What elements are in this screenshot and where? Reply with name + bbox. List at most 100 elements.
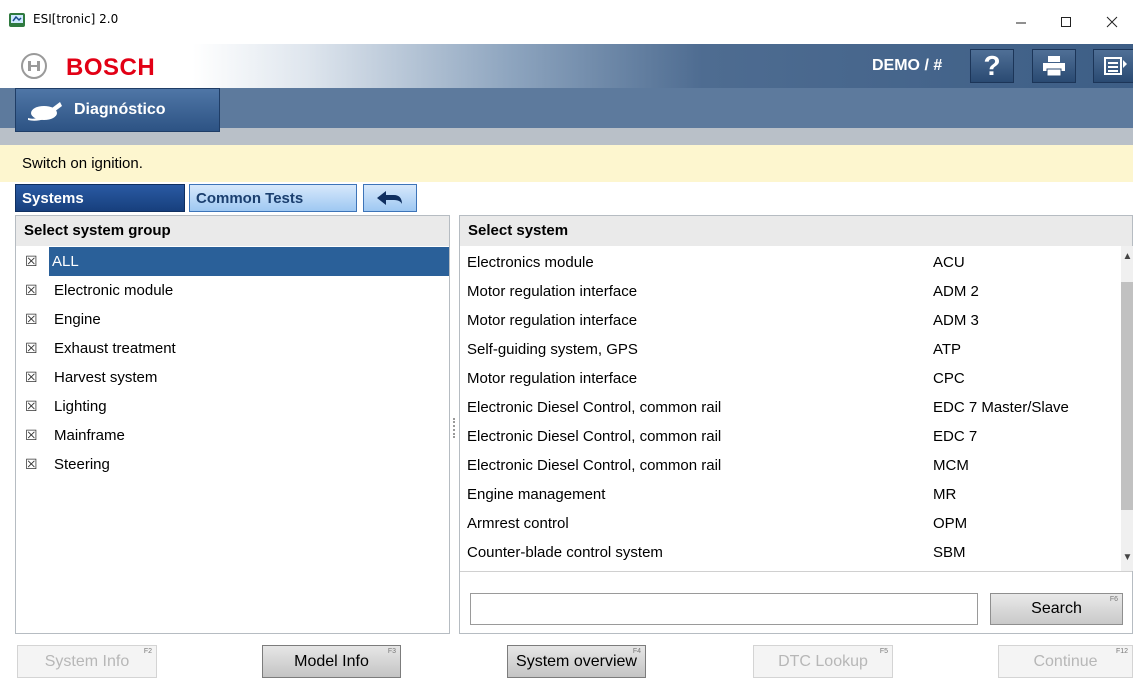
print-button[interactable] (1032, 49, 1076, 83)
scroll-down-icon[interactable]: ▼ (1122, 552, 1133, 566)
system-group-item[interactable]: ☒ Engine (16, 305, 449, 334)
checkbox-icon[interactable]: ☒ (25, 456, 40, 473)
message-bar: Switch on ignition. (0, 145, 1133, 182)
system-group-item[interactable]: ☒ Mainframe (16, 421, 449, 450)
system-name: Motor regulation interface (467, 312, 638, 329)
model-info-fkey: F3 (387, 648, 396, 655)
system-name: Counter-blade control system (467, 544, 663, 561)
system-info-button[interactable]: System Info F2 (17, 645, 157, 678)
app-icon (9, 13, 25, 27)
system-group-label: Engine (54, 311, 101, 328)
system-name: Electronics module (467, 254, 594, 271)
model-info-button[interactable]: Model Info F3 (262, 645, 401, 678)
tab-common-tests[interactable]: Common Tests (189, 184, 357, 212)
maximize-icon[interactable] (1043, 0, 1089, 44)
dtc-lookup-button[interactable]: DTC Lookup F5 (753, 645, 893, 678)
system-code: ATP (933, 341, 962, 358)
system-name: Electronic Diesel Control, common rail (467, 457, 722, 474)
system-group-label: Electronic module (54, 282, 174, 299)
dtc-lookup-label: DTC Lookup (778, 652, 868, 670)
checkbox-icon[interactable]: ☒ (25, 282, 40, 299)
system-list-row[interactable]: Motor regulation interface ADM 3 (460, 306, 1120, 335)
system-group-item[interactable]: ☒ ALL (16, 247, 449, 276)
dtc-lookup-fkey: F5 (879, 648, 888, 655)
checkbox-icon[interactable]: ☒ (25, 253, 38, 270)
system-group-item[interactable]: ☒ Steering (16, 450, 449, 479)
continue-button[interactable]: Continue F12 (998, 645, 1133, 678)
continue-label: Continue (1033, 652, 1098, 670)
system-name: Motor regulation interface (467, 283, 638, 300)
system-list-row[interactable]: Electronic Diesel Control, common rail ED… (460, 422, 1120, 451)
window-titlebar: ESI[tronic] 2.0 (0, 0, 1133, 44)
system-overview-button[interactable]: System overview F4 (507, 645, 646, 678)
system-name: Armrest control (467, 515, 569, 532)
system-code: MCM (933, 457, 969, 474)
system-code: OPM (933, 515, 968, 532)
system-list-row[interactable]: Electronic Diesel Control, common rail ED… (460, 393, 1120, 422)
system-list-row[interactable]: Self-guiding system, GPS ATP (460, 335, 1120, 364)
system-code: EDC 7 (933, 428, 978, 445)
system-name: Electronic Diesel Control, common rail (467, 428, 722, 445)
user-label: DEMO / # (872, 57, 943, 74)
system-name: Self-guiding system, GPS (467, 341, 638, 358)
system-info-fkey: F2 (143, 648, 152, 655)
search-button[interactable]: Search F6 (990, 593, 1123, 625)
scroll-up-icon[interactable]: ▲ (1122, 251, 1133, 265)
continue-fkey: F12 (1115, 648, 1128, 655)
system-group-item[interactable]: ☒ Lighting (16, 392, 449, 421)
status-message: Switch on ignition. (22, 155, 143, 172)
checkbox-icon[interactable]: ☒ (25, 369, 40, 386)
diagnostics-icon (28, 102, 62, 121)
system-list-row[interactable]: Electronics module ACU (460, 248, 1120, 277)
search-input[interactable] (470, 593, 978, 625)
system-code: MR (933, 486, 957, 503)
system-list-row[interactable]: Engine management MR (460, 480, 1120, 509)
search-fkey: F6 (1109, 596, 1118, 603)
system-group-item[interactable]: ☒ Exhaust treatment (16, 334, 449, 363)
bosch-logo-icon (21, 53, 47, 79)
system-list-row[interactable]: Motor regulation interface ADM 2 (460, 277, 1120, 306)
menu-button[interactable] (1093, 49, 1133, 83)
system-list-row[interactable]: Motor regulation interface CPC (460, 364, 1120, 393)
checkbox-icon[interactable]: ☒ (25, 311, 40, 328)
scrollbar-thumb[interactable] (1121, 282, 1133, 510)
system-code: ACU (933, 254, 965, 271)
window-title: ESI[tronic] 2.0 (33, 12, 119, 26)
menu-icon (1104, 57, 1127, 75)
checkbox-icon[interactable]: ☒ (25, 340, 40, 357)
diagnostics-button[interactable]: Diagnóstico (15, 88, 220, 132)
system-panel: Select system Electronics module ACU Motor… (459, 215, 1133, 634)
system-group-label: Harvest system (54, 369, 158, 386)
help-button[interactable]: ? (970, 49, 1014, 83)
tab-systems[interactable]: Systems (15, 184, 185, 212)
system-header: Select system (460, 216, 1132, 246)
system-group-item[interactable]: ☒ Harvest system (16, 363, 449, 392)
back-button[interactable] (363, 184, 417, 212)
help-icon: ? (983, 50, 1001, 81)
list-divider (460, 571, 1132, 572)
checkbox-icon[interactable]: ☒ (25, 398, 40, 415)
system-group-label: Mainframe (54, 427, 125, 444)
diagnostics-label: Diagnóstico (74, 101, 166, 118)
system-list-scrollbar[interactable]: ▲ ▼ (1121, 246, 1133, 571)
back-arrow-icon (377, 191, 402, 205)
system-code: ADM 3 (933, 312, 979, 329)
system-name: Engine management (467, 486, 606, 503)
minimize-icon[interactable] (998, 0, 1044, 44)
panel-splitter[interactable] (453, 418, 456, 438)
system-group-label: Exhaust treatment (54, 340, 176, 357)
system-code: SBM (933, 544, 966, 561)
system-group-label: Lighting (54, 398, 107, 415)
print-icon (1043, 56, 1065, 77)
system-group-header: Select system group (16, 216, 449, 246)
system-list-row[interactable]: Counter-blade control system SBM (460, 538, 1120, 567)
system-info-label: System Info (44, 652, 130, 670)
brand-name: BOSCH (66, 54, 156, 81)
system-group-item[interactable]: ☒ Electronic module (16, 276, 449, 305)
close-icon[interactable] (1089, 0, 1133, 44)
model-info-label: Model Info (294, 652, 369, 670)
system-overview-fkey: F4 (632, 648, 641, 655)
checkbox-icon[interactable]: ☒ (25, 427, 40, 444)
system-list-row[interactable]: Armrest control OPM (460, 509, 1120, 538)
system-list-row[interactable]: Electronic Diesel Control, common rail MC… (460, 451, 1120, 480)
